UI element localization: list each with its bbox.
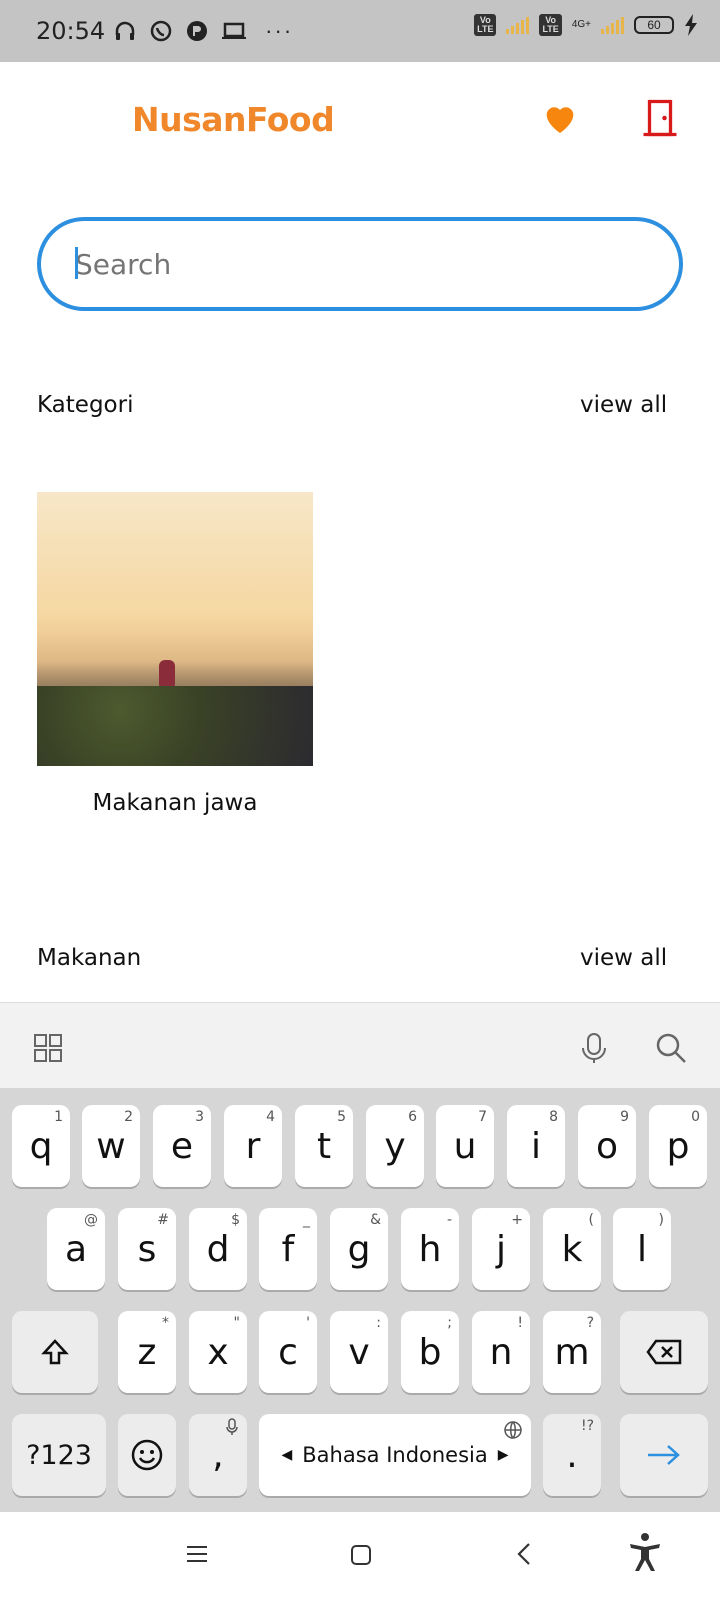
key-z[interactable]: z * <box>118 1311 176 1393</box>
search-icon[interactable] <box>654 1031 688 1065</box>
navigation-bar <box>0 1512 720 1600</box>
key-m[interactable]: m? <box>543 1311 601 1393</box>
signal-icon <box>506 16 530 34</box>
network-type: 4G+ <box>571 19 591 30</box>
door-icon[interactable] <box>642 98 678 138</box>
laptop-icon <box>222 22 247 39</box>
home-icon[interactable] <box>350 1544 372 1566</box>
key-b[interactable]: b; <box>401 1311 459 1393</box>
charging-icon <box>685 14 697 36</box>
key-j[interactable]: j + <box>472 1208 530 1290</box>
accessibility-icon[interactable] <box>627 1532 663 1574</box>
arrow-right-icon <box>648 1445 680 1465</box>
key-w[interactable]: w2 <box>82 1105 140 1187</box>
kategori-view-all-link[interactable]: view all <box>580 392 667 418</box>
key-x[interactable]: x " <box>189 1311 247 1393</box>
space-label: Bahasa Indonesia <box>302 1443 488 1467</box>
key-q[interactable]: q1 <box>12 1105 70 1187</box>
keyboard-toolbar <box>0 1002 720 1088</box>
key-i[interactable]: i8 <box>507 1105 565 1187</box>
signal-icon-2 <box>601 16 624 34</box>
emoji-icon <box>131 1439 163 1471</box>
key-e[interactable]: e3 <box>153 1105 211 1187</box>
category-card[interactable]: Makanan jawa <box>37 492 313 816</box>
symbols-key[interactable]: ?123 <box>12 1414 106 1496</box>
key-p[interactable]: p0 <box>649 1105 707 1187</box>
makanan-title: Makanan <box>37 945 142 971</box>
key-f[interactable]: f _ <box>259 1208 317 1290</box>
space-key[interactable]: ◀ Bahasa Indonesia ▶ <box>259 1414 531 1496</box>
whatsapp-icon <box>150 20 172 42</box>
volte-icon-2: Vo LTE <box>539 14 562 36</box>
backspace-icon <box>646 1339 682 1365</box>
key-t[interactable]: t5 <box>295 1105 353 1187</box>
search-box[interactable] <box>37 217 683 311</box>
category-image <box>37 492 313 766</box>
volte-icon: Vo LTE <box>474 14 497 36</box>
heart-icon[interactable] <box>540 98 580 138</box>
microphone-icon[interactable] <box>578 1031 610 1065</box>
mic-hint-icon <box>226 1418 238 1435</box>
key-d[interactable]: d $ <box>189 1208 247 1290</box>
text-cursor <box>75 247 78 279</box>
shift-key[interactable] <box>12 1311 98 1393</box>
battery-level: 60 <box>647 18 661 32</box>
makanan-view-all-link[interactable]: view all <box>580 945 667 971</box>
key-o[interactable]: o9 <box>578 1105 636 1187</box>
backspace-key[interactable] <box>620 1311 708 1393</box>
emoji-key[interactable] <box>118 1414 176 1496</box>
notification-icons: ··· <box>113 18 293 44</box>
key-s[interactable]: s # <box>118 1208 176 1290</box>
key-y[interactable]: y6 <box>366 1105 424 1187</box>
key-r[interactable]: r4 <box>224 1105 282 1187</box>
status-bar: 20:54 ··· Vo LTE Vo LTE 4G+ 60 <box>0 0 720 62</box>
keyboard: q1 w2 e3 r4 t5 y6 u7 i8 o9 p0 a @ s # d $ f… <box>0 1002 720 1512</box>
battery-icon: 60 <box>634 16 674 34</box>
category-label: Makanan jawa <box>92 790 258 816</box>
app-bar: NusanFood <box>0 62 720 177</box>
key-n[interactable]: n! <box>472 1311 530 1393</box>
more-icon: ··· <box>265 18 294 43</box>
back-icon[interactable] <box>516 1542 532 1566</box>
comma-key[interactable]: , <box>189 1414 247 1496</box>
key-h[interactable]: h- <box>401 1208 459 1290</box>
key-g[interactable]: g & <box>330 1208 388 1290</box>
search-input[interactable] <box>75 247 635 281</box>
shift-arrow-icon <box>41 1339 69 1365</box>
status-time: 20:54 <box>36 17 106 45</box>
key-v[interactable]: v: <box>330 1311 388 1393</box>
lang-left-arrow-icon: ◀ <box>281 1447 293 1463</box>
headphones-icon <box>115 21 135 40</box>
key-k[interactable]: k( <box>543 1208 601 1290</box>
recent-apps-icon[interactable] <box>186 1544 208 1564</box>
kategori-title: Kategori <box>37 392 134 418</box>
brand-title: NusanFood <box>132 100 335 139</box>
key-l[interactable]: l) <box>613 1208 671 1290</box>
apps-grid-icon[interactable] <box>33 1033 63 1063</box>
key-a[interactable]: a @ <box>47 1208 105 1290</box>
globe-icon <box>504 1421 522 1439</box>
enter-key[interactable] <box>620 1414 708 1496</box>
key-u[interactable]: u7 <box>436 1105 494 1187</box>
app-icon <box>187 21 208 41</box>
key-c[interactable]: c ' <box>259 1311 317 1393</box>
period-key[interactable]: .!? <box>543 1414 601 1496</box>
lang-right-arrow-icon: ▶ <box>497 1447 509 1463</box>
